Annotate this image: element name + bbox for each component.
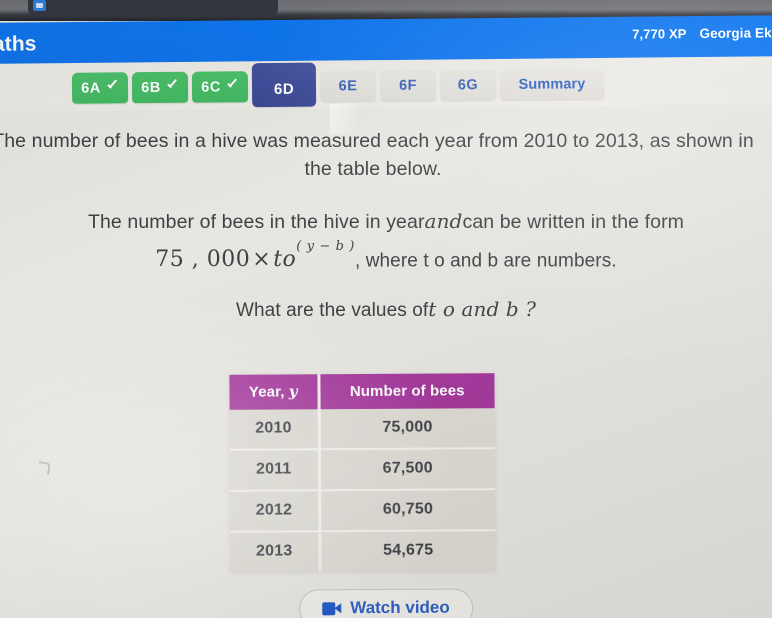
browser-tab-title bbox=[320, 1, 520, 9]
screen-photo: laths 7,770 XP Georgia Ekin 6A 6B 6C 6D … bbox=[0, 0, 772, 618]
column-header-year-label: Year, bbox=[248, 383, 285, 401]
table-row: 2013 54,675 bbox=[230, 530, 496, 572]
tab-6b[interactable]: 6B bbox=[131, 71, 189, 104]
tab-6d[interactable]: 6D bbox=[251, 62, 317, 108]
browser-favicon bbox=[33, 0, 46, 11]
paragraph-2-pre: The number of bees in the hive in year bbox=[87, 211, 425, 233]
formula-exponent: ( y − b ) bbox=[296, 238, 355, 254]
formula-expression: 75 , 000×to( y − b ) bbox=[155, 239, 355, 273]
formula-line: 75 , 000×to( y − b ), where t o and b ar… bbox=[0, 239, 772, 275]
paragraph-3-variables: t o and b ? bbox=[428, 297, 537, 321]
check-icon bbox=[166, 81, 179, 94]
tab-6e[interactable]: 6E bbox=[319, 70, 377, 102]
table-header-row: Year, y Number of bees bbox=[229, 373, 495, 410]
video-camera-icon bbox=[322, 601, 342, 615]
tab-6a-label: 6A bbox=[81, 79, 101, 97]
column-header-year: Year, y bbox=[229, 374, 319, 410]
cell-bees: 75,000 bbox=[318, 408, 495, 450]
tab-6d-label: 6D bbox=[273, 80, 295, 98]
formula-times-symbol: × bbox=[252, 247, 272, 273]
question-paragraph-1: The number of bees in a hive was measure… bbox=[0, 130, 754, 180]
question-paragraph-3: What are the values oft o and b ? bbox=[0, 295, 772, 325]
header-right-group: 7,770 XP Georgia Ekin bbox=[632, 25, 772, 41]
formula-tail-text: , where t o and b are numbers. bbox=[354, 250, 617, 272]
tab-summary-label: Summary bbox=[518, 75, 586, 93]
xp-badge: 7,770 XP bbox=[632, 26, 687, 42]
check-icon bbox=[226, 80, 239, 93]
mouse-pointer-artifact bbox=[37, 461, 51, 475]
table-row: 2012 60,750 bbox=[230, 489, 496, 532]
bees-data-table: Year, y Number of bees 2010 75,000 2011 … bbox=[229, 373, 496, 572]
cell-year: 2011 bbox=[229, 449, 320, 491]
formula-base: to bbox=[273, 247, 297, 273]
tab-summary[interactable]: Summary bbox=[499, 68, 605, 101]
user-name[interactable]: Georgia Ekin bbox=[699, 25, 772, 41]
question-paragraph-2: The number of bees in the hive in yearan… bbox=[0, 207, 772, 275]
cell-bees: 60,750 bbox=[319, 489, 496, 532]
cell-bees: 54,675 bbox=[319, 530, 496, 572]
question-body: The number of bees in a hive was measure… bbox=[0, 112, 772, 618]
tab-6e-label: 6E bbox=[338, 77, 358, 94]
tab-6f[interactable]: 6F bbox=[379, 69, 437, 102]
lesson-tab-strip: 6A 6B 6C 6D 6E 6F 6G Summary bbox=[0, 59, 772, 112]
table-row: 2010 75,000 bbox=[229, 408, 495, 450]
browser-tab[interactable] bbox=[28, 0, 278, 16]
column-header-bees: Number of bees bbox=[318, 373, 495, 410]
tab-6g-label: 6G bbox=[457, 76, 479, 93]
watch-video-label: Watch video bbox=[350, 597, 450, 618]
cell-year: 2013 bbox=[230, 531, 320, 572]
table-row: 2011 67,500 bbox=[229, 448, 496, 491]
tab-6g[interactable]: 6G bbox=[439, 69, 497, 101]
paragraph-3-pre: What are the values of bbox=[235, 300, 429, 321]
bees-table-wrapper: Year, y Number of bees 2010 75,000 2011 … bbox=[229, 373, 496, 572]
cell-year: 2010 bbox=[229, 409, 319, 450]
tab-6b-label: 6B bbox=[141, 79, 161, 96]
paragraph-2-post: can be written in the form bbox=[462, 211, 685, 233]
tab-6f-label: 6F bbox=[398, 77, 418, 94]
tab-6a[interactable]: 6A bbox=[71, 72, 129, 104]
cell-bees: 67,500 bbox=[318, 448, 496, 491]
formula-coefficient: 75 , 000 bbox=[155, 247, 251, 273]
tab-6c[interactable]: 6C bbox=[191, 71, 249, 103]
page-title: laths bbox=[0, 32, 37, 56]
check-icon bbox=[106, 81, 119, 94]
watch-video-button[interactable]: Watch video bbox=[299, 588, 473, 618]
paragraph-2-variable: and bbox=[424, 209, 463, 233]
cell-year: 2012 bbox=[230, 490, 320, 532]
column-header-year-variable: y bbox=[288, 382, 298, 401]
tab-6c-label: 6C bbox=[201, 78, 221, 96]
